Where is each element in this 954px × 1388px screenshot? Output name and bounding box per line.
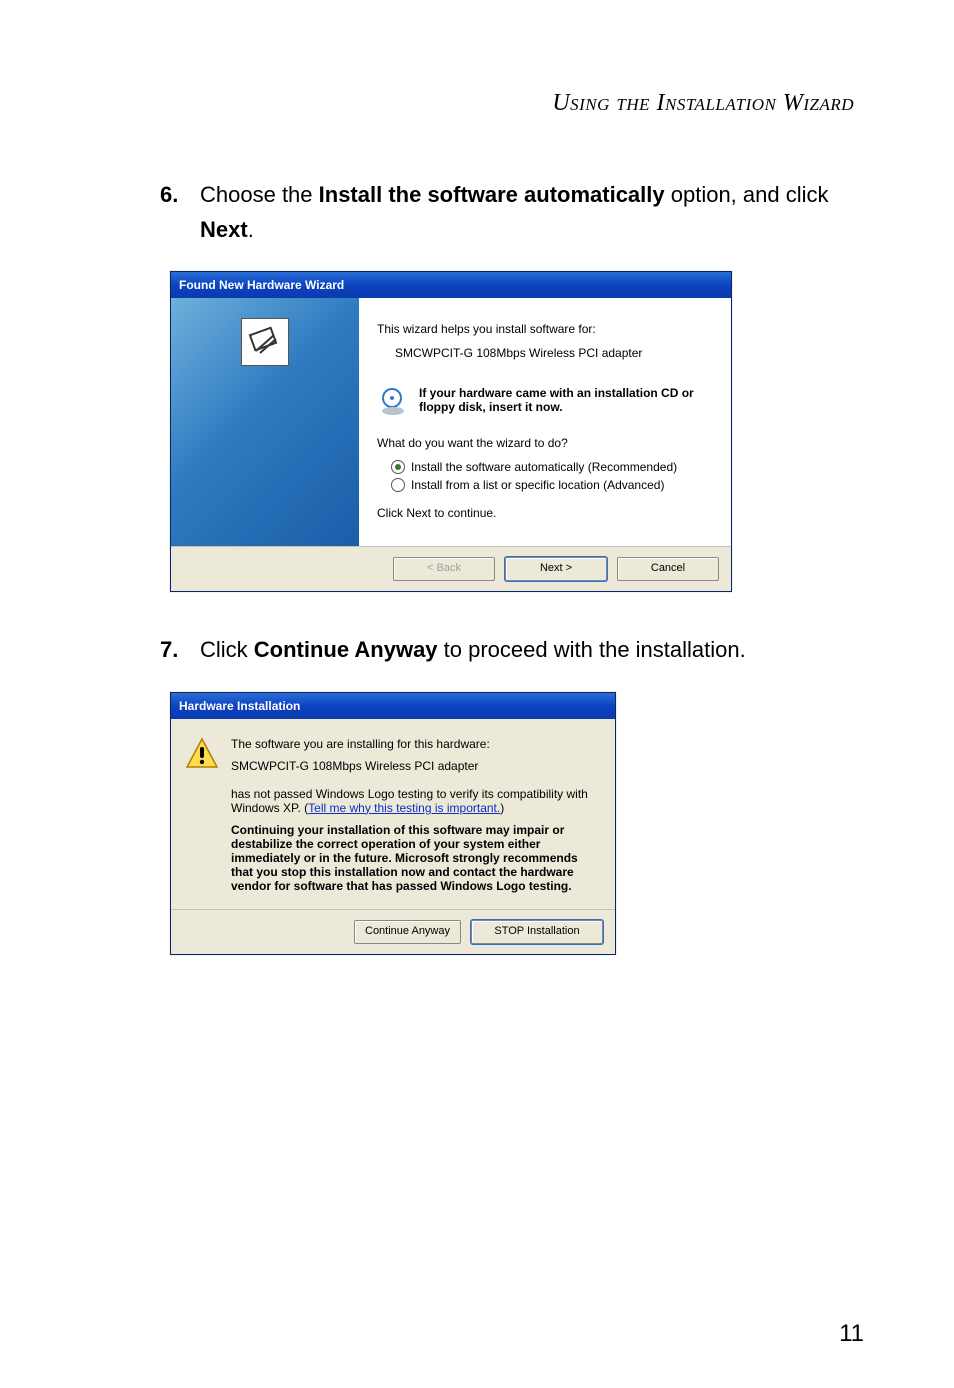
hardware-installation-dialog: Hardware Installation The software you a… [170,692,616,955]
step-6-mid: option, and click [665,182,829,207]
step-6-post: . [248,217,254,242]
dialog2-logo-text: has not passed Windows Logo testing to v… [231,787,601,815]
radio-icon [391,478,405,492]
wizard-prompt: What do you want the wizard to do? [377,436,713,450]
why-testing-important-link[interactable]: Tell me why this testing is important. [308,801,500,815]
wizard-side-graphic [171,298,359,546]
dialog2-line1: The software you are installing for this… [231,737,601,751]
found-new-hardware-wizard-dialog: Found New Hardware Wizard This wizard he… [170,271,732,592]
step-6-bold2: Next [200,217,248,242]
dialog1-titlebar: Found New Hardware Wizard [171,272,731,298]
radio-install-specific-label: Install from a list or specific location… [411,478,664,492]
wizard-continue-text: Click Next to continue. [377,506,713,520]
cd-icon [377,386,409,418]
section-header: Using the Installation Wizard [160,90,864,117]
dialog2-line2b: ) [500,801,504,815]
continue-anyway-button[interactable]: Continue Anyway [354,920,461,944]
next-button[interactable]: Next > [505,557,607,581]
cd-note-text: If your hardware came with an installati… [419,386,713,414]
step-6: 6. Choose the Install the software autom… [160,177,864,247]
radio-install-specific[interactable]: Install from a list or specific location… [391,478,713,492]
warning-icon [185,737,219,771]
step-6-pre: Choose the [200,182,319,207]
radio-icon [391,460,405,474]
step-7-pre: Click [200,637,254,662]
step-6-number: 6. [160,177,200,247]
dialog2-warning-bold: Continuing your installation of this sof… [231,823,601,893]
dialog2-titlebar: Hardware Installation [171,693,615,719]
step-7-post: to proceed with the installation. [438,637,746,662]
back-button[interactable]: < Back [393,557,495,581]
step-7-bold1: Continue Anyway [254,637,438,662]
cancel-button[interactable]: Cancel [617,557,719,581]
page-number: 11 [839,1320,864,1348]
radio-install-auto-label: Install the software automatically (Reco… [411,460,677,474]
step-7-number: 7. [160,632,200,667]
step-7-text: Click Continue Anyway to proceed with th… [200,632,864,667]
dialog2-device: SMCWPCIT-G 108Mbps Wireless PCI adapter [231,759,601,773]
step-7: 7. Click Continue Anyway to proceed with… [160,632,864,667]
step-6-text: Choose the Install the software automati… [200,177,864,247]
step-6-bold1: Install the software automatically [319,182,665,207]
stop-installation-button[interactable]: STOP Installation [471,920,603,944]
radio-install-auto[interactable]: Install the software automatically (Reco… [391,460,713,474]
wizard-intro-text: This wizard helps you install software f… [377,322,713,336]
hardware-icon [241,318,289,366]
wizard-device-name: SMCWPCIT-G 108Mbps Wireless PCI adapter [377,346,713,360]
